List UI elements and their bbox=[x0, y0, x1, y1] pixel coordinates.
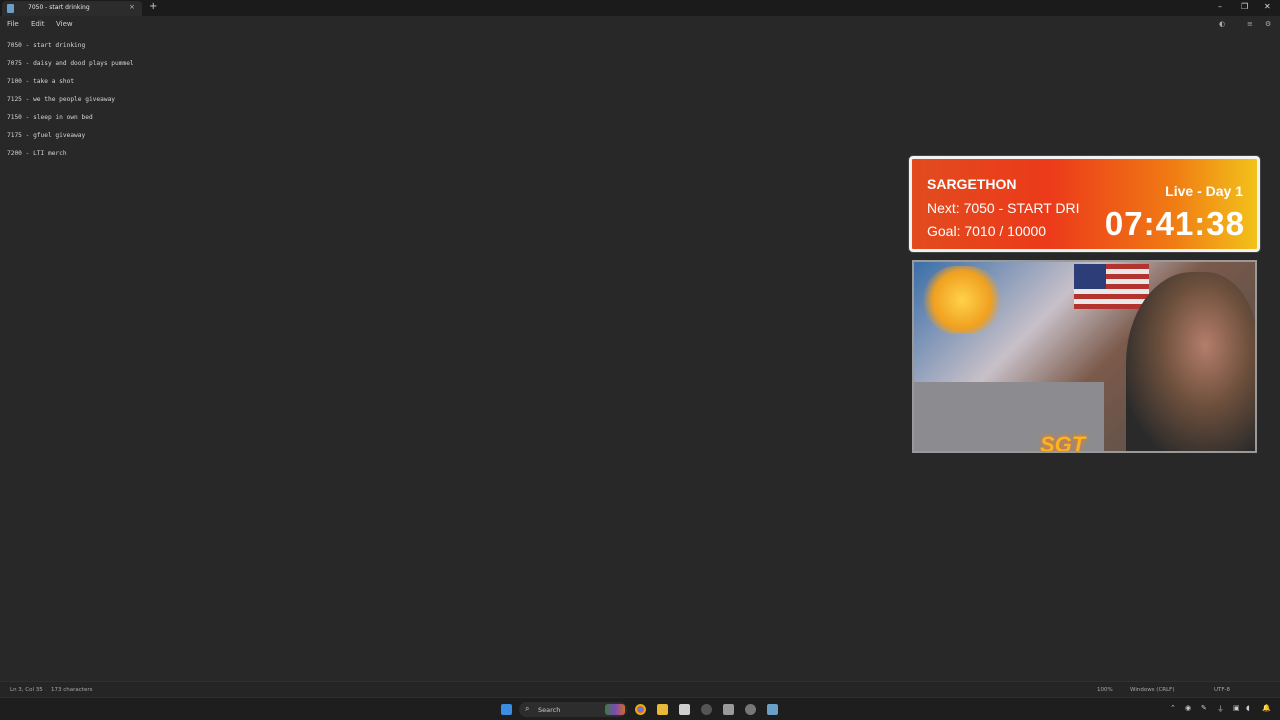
overlay-timer: 07:41:38 bbox=[1104, 205, 1245, 242]
cursor-position: Ln 3, Col 35 bbox=[10, 687, 43, 693]
new-tab-button[interactable]: + bbox=[149, 1, 157, 12]
overlay-goal-progress: Goal: 7010 / 10000 bbox=[927, 223, 1047, 239]
chrome-icon[interactable] bbox=[635, 704, 646, 715]
tray-app-icon-2[interactable]: ✎ bbox=[1201, 704, 1207, 712]
character-count: 173 characters bbox=[51, 687, 93, 693]
settings-gear-icon[interactable]: ⚙ bbox=[1265, 20, 1271, 28]
editor-line[interactable]: 7175 - gfuel giveaway bbox=[7, 132, 85, 139]
obs-icon[interactable] bbox=[701, 704, 712, 715]
tab-title: 7050 - start drinking bbox=[28, 4, 90, 11]
notification-bell-icon[interactable]: 🔔 bbox=[1262, 704, 1271, 712]
status-bar: Ln 3, Col 35 173 characters 100% Windows… bbox=[0, 681, 1280, 697]
file-explorer-icon[interactable] bbox=[657, 704, 668, 715]
settings-icon[interactable] bbox=[745, 704, 756, 715]
maximize-button[interactable]: ❐ bbox=[1241, 2, 1248, 11]
editor-line[interactable]: 7125 - we the people giveaway bbox=[7, 96, 115, 103]
encoding[interactable]: UTF-8 bbox=[1214, 687, 1230, 693]
copilot-icon[interactable]: ◐ bbox=[1219, 20, 1225, 28]
streamer-figure bbox=[1126, 272, 1255, 451]
network-icon[interactable]: ▣ bbox=[1233, 704, 1240, 712]
neon-sign bbox=[922, 266, 1002, 334]
tray-app-icon[interactable]: ◉ bbox=[1185, 704, 1191, 712]
app-icon[interactable] bbox=[723, 704, 734, 715]
taskbar: ⌕ Search ⌃ ◉ ✎ ⏚ ▣ ◖ 🔔 bbox=[0, 697, 1280, 720]
webcam-feed: SGT bbox=[912, 260, 1257, 453]
stream-overlay-panel: SARGETHON Next: 7050 - START DRI Goal: 7… bbox=[909, 156, 1260, 252]
menu-file[interactable]: File bbox=[7, 20, 19, 28]
volume-icon[interactable]: ◖ bbox=[1246, 704, 1250, 712]
menu-view[interactable]: View bbox=[56, 20, 73, 28]
close-button[interactable]: ✕ bbox=[1264, 2, 1271, 11]
tray-chevron-icon[interactable]: ⌃ bbox=[1170, 704, 1176, 712]
zoom-level[interactable]: 100% bbox=[1097, 687, 1113, 693]
line-ending[interactable]: Windows (CRLF) bbox=[1130, 687, 1174, 693]
editor-line[interactable]: 7050 - start drinking bbox=[7, 42, 85, 49]
tray-usb-icon[interactable]: ⏚ bbox=[1217, 704, 1224, 714]
search-label: Search bbox=[538, 706, 561, 714]
editor-line[interactable]: 7075 - daisy and dood plays pummel bbox=[7, 60, 134, 67]
search-icon: ⌕ bbox=[525, 704, 530, 713]
taskbar-search[interactable]: ⌕ Search bbox=[519, 702, 627, 717]
menu-bar: File Edit View ◐ ≡ ⚙ bbox=[0, 16, 1280, 33]
editor-line[interactable]: 7200 - LTI merch bbox=[7, 150, 67, 157]
tab-close-icon[interactable]: × bbox=[129, 3, 135, 11]
overlay-live-day: Live - Day 1 bbox=[1165, 183, 1243, 199]
document-tab[interactable]: 7050 - start drinking × bbox=[2, 1, 142, 16]
store-icon[interactable] bbox=[679, 704, 690, 715]
editor-line[interactable]: 7100 - take a shot bbox=[7, 78, 74, 85]
minimize-button[interactable]: – bbox=[1218, 2, 1222, 11]
format-icon[interactable]: ≡ bbox=[1247, 20, 1253, 28]
flag-decoration bbox=[1074, 264, 1149, 309]
sgt-logo: SGT bbox=[1040, 432, 1086, 453]
menu-edit[interactable]: Edit bbox=[31, 20, 45, 28]
overlay-next-goal: Next: 7050 - START DRI bbox=[927, 200, 1080, 216]
overlay-title: SARGETHON bbox=[927, 176, 1017, 192]
start-windows-icon[interactable] bbox=[501, 704, 512, 715]
title-bar: 7050 - start drinking × + – ❐ ✕ bbox=[0, 0, 1280, 16]
editor-line[interactable]: 7150 - sleep in own bed bbox=[7, 114, 93, 121]
search-highlight-icon bbox=[605, 704, 625, 715]
notepad-taskbar-icon[interactable] bbox=[767, 704, 778, 715]
notepad-icon bbox=[7, 4, 14, 13]
